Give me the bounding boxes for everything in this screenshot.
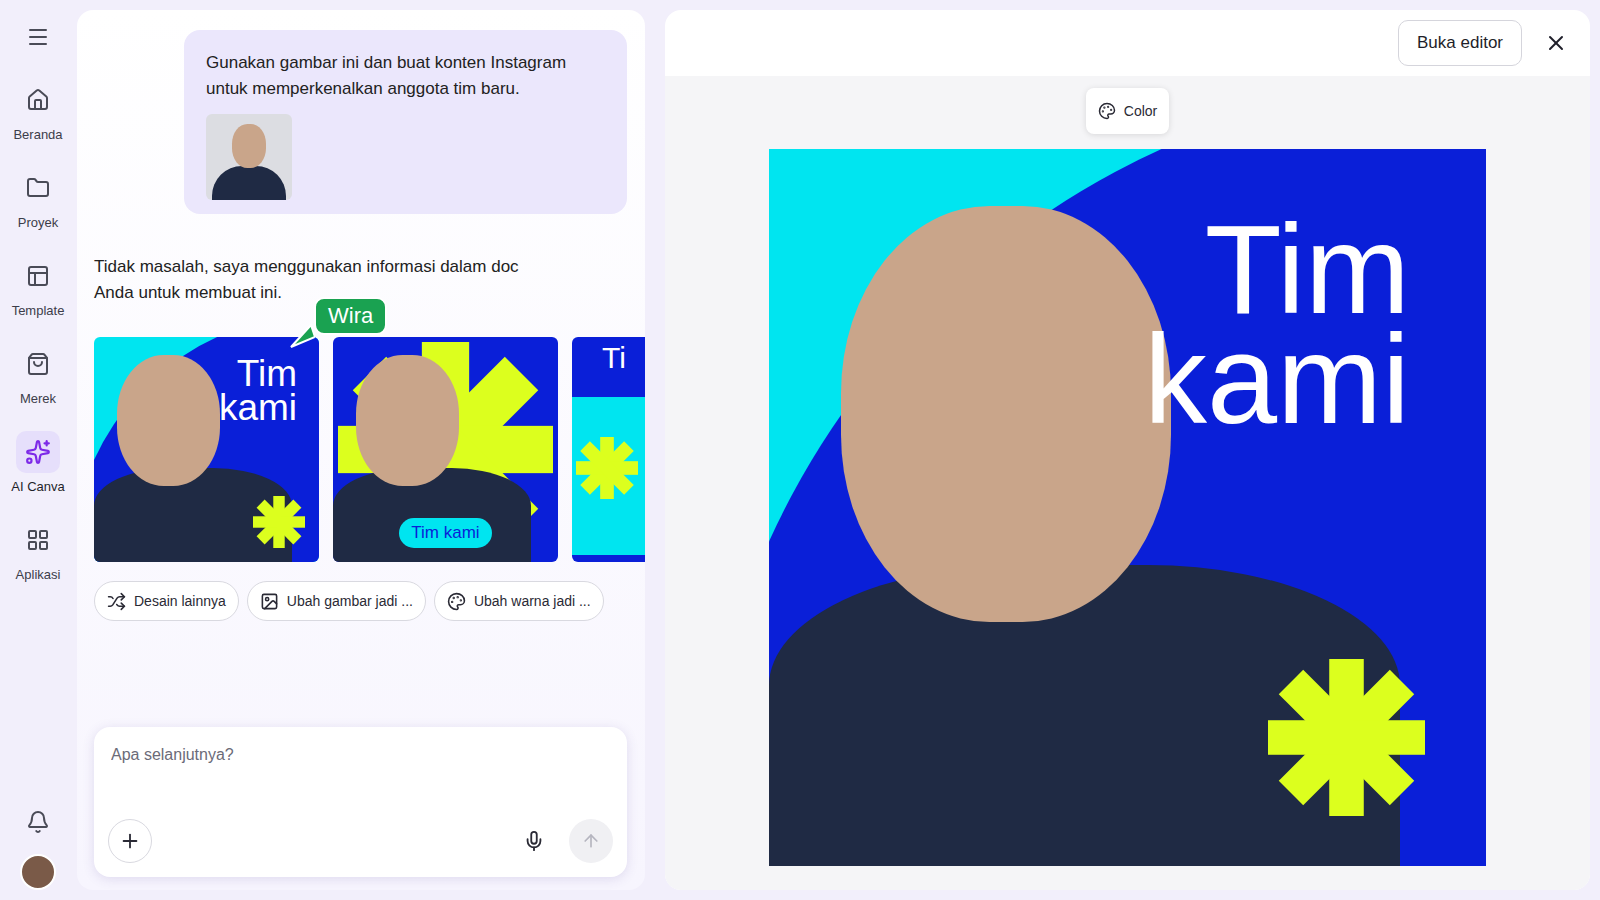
sidebar-item[interactable]: Aplikasi — [3, 519, 73, 583]
sidebar-item-icon — [26, 352, 50, 376]
sidebar-item-icon — [26, 528, 50, 552]
collaborator-tag: Wira — [314, 297, 387, 335]
plus-icon — [119, 830, 141, 852]
design-preview[interactable]: Timkami — [769, 149, 1486, 866]
sidebar-item[interactable]: AI Canva — [3, 431, 73, 495]
sidebar-item-icon — [26, 176, 50, 200]
asterisk-icon — [253, 496, 305, 548]
palette-icon — [1098, 102, 1116, 120]
suggestion-chip[interactable]: Desain lainnya — [94, 581, 239, 621]
attached-photo[interactable] — [206, 114, 292, 200]
sidebar-item[interactable]: Beranda — [3, 79, 73, 143]
chat-panel: Gunakan gambar ini dan buat konten Insta… — [77, 10, 645, 890]
user-message: Gunakan gambar ini dan buat konten Insta… — [184, 30, 627, 214]
send-button[interactable] — [569, 819, 613, 863]
design-title: Tim kami — [399, 518, 491, 548]
preview-panel: Buka editor Color Timkami — [665, 10, 1590, 890]
prompt-input[interactable] — [108, 743, 613, 767]
palette-icon — [447, 592, 466, 611]
sidebar-item-icon — [26, 88, 50, 112]
asterisk-icon — [576, 437, 638, 499]
suggestion-chip[interactable]: Ubah gambar jadi ... — [247, 581, 426, 621]
design-thumbnail[interactable]: Timkami — [94, 337, 319, 562]
app: Beranda Proyek Template Merek AI Canva Aplika… — [0, 0, 1600, 900]
sidebar-item[interactable]: Merek — [3, 343, 73, 407]
design-title: Timkami — [219, 357, 297, 425]
asterisk-icon — [1268, 659, 1425, 816]
sidebar: Beranda Proyek Template Merek AI Canva Aplika… — [0, 0, 76, 900]
shuffle-icon — [107, 592, 126, 611]
mic-icon[interactable] — [523, 830, 545, 852]
close-icon[interactable] — [1544, 31, 1568, 55]
suggestions: Desain lainnyaUbah gambar jadi ...Ubah w… — [94, 581, 627, 621]
sidebar-item[interactable]: Proyek — [3, 167, 73, 231]
add-button[interactable] — [108, 819, 152, 863]
bell-icon[interactable] — [26, 810, 50, 834]
sidebar-item-icon — [25, 439, 51, 465]
design-title: Ti — [602, 341, 626, 375]
image-icon — [260, 592, 279, 611]
prompt-box — [94, 727, 627, 877]
suggestion-chip[interactable]: Ubah warna jadi ... — [434, 581, 604, 621]
sidebar-item[interactable]: Template — [3, 255, 73, 319]
menu-icon[interactable] — [26, 25, 50, 49]
sidebar-item-icon — [26, 264, 50, 288]
user-avatar[interactable] — [20, 854, 56, 890]
design-thumbnail[interactable]: Ti — [572, 337, 645, 562]
open-editor-button[interactable]: Buka editor — [1398, 20, 1522, 66]
preview-toolbar: Buka editor — [665, 10, 1590, 76]
cursor-pointer-icon — [289, 323, 315, 349]
color-button[interactable]: Color — [1086, 88, 1169, 134]
design-thumbnail[interactable]: Tim kami — [333, 337, 558, 562]
design-title: Timkami — [1144, 215, 1410, 435]
design-results: TimkamiTim kamiTiWira — [94, 337, 645, 562]
arrow-up-icon — [581, 831, 601, 851]
preview-canvas: Color Timkami — [665, 76, 1590, 890]
